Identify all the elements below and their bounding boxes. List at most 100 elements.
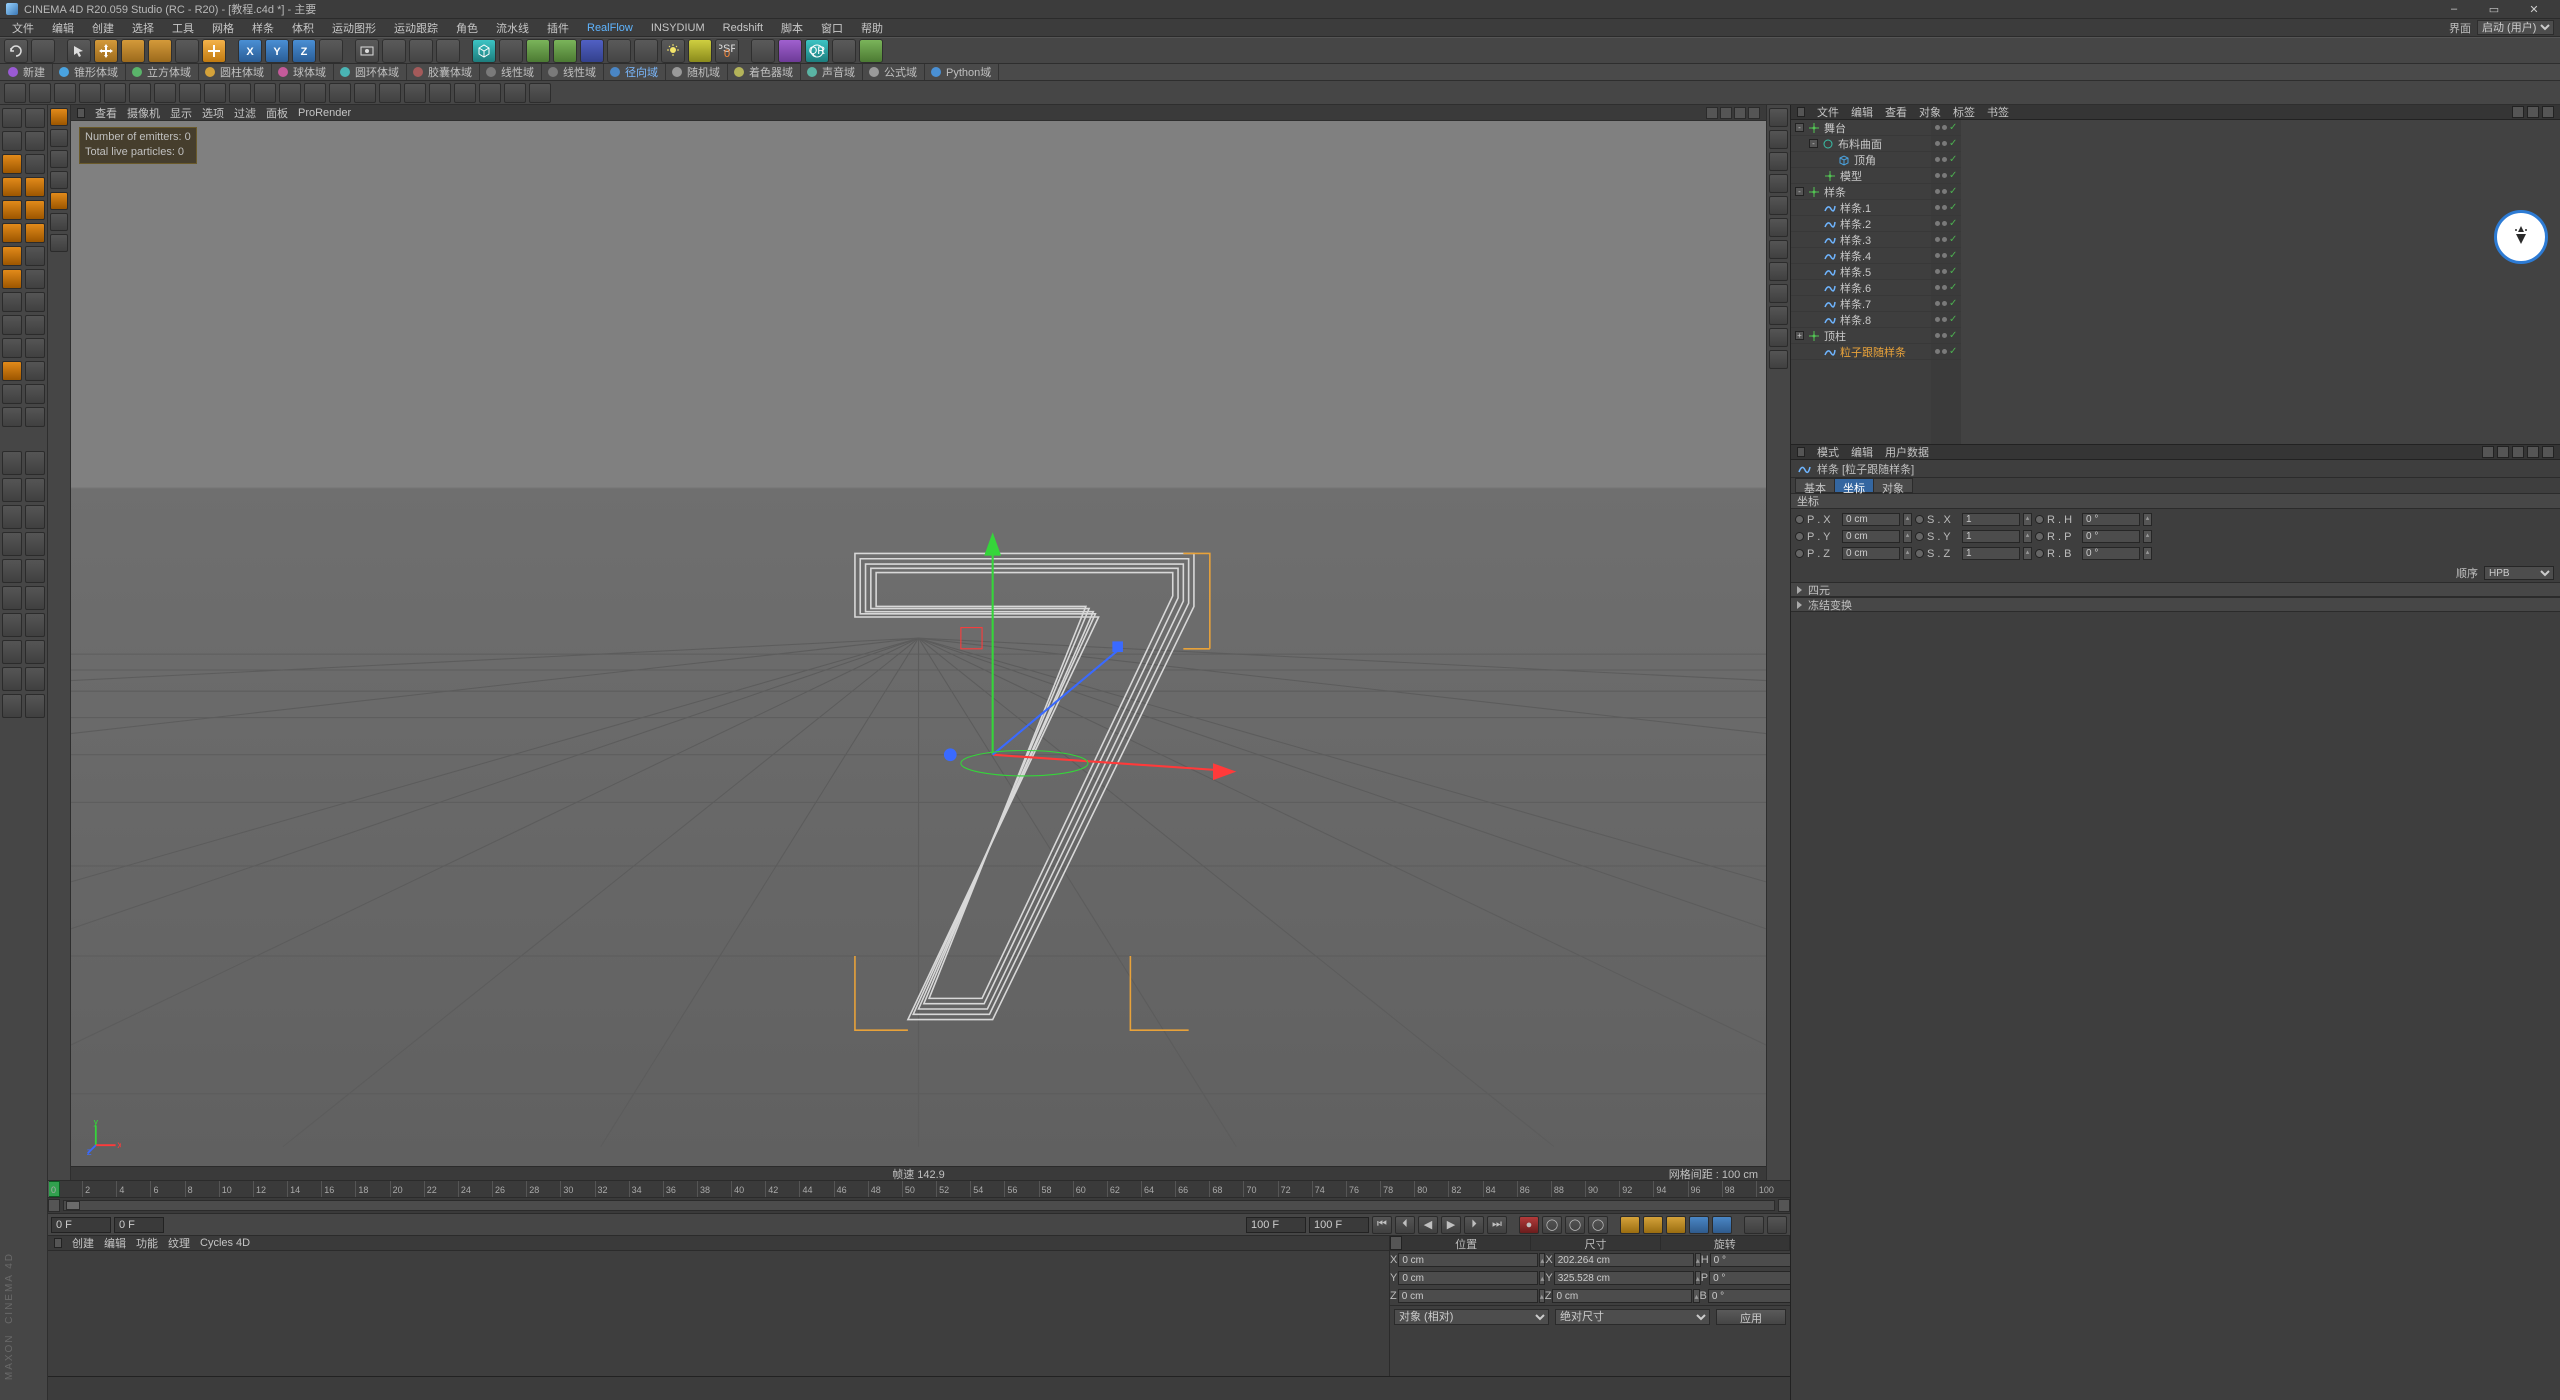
lt-4[interactable]	[25, 131, 45, 151]
sub-tool-2[interactable]	[29, 83, 51, 103]
sub-tool-18[interactable]	[429, 83, 451, 103]
sub-tool-19[interactable]	[454, 83, 476, 103]
attr-nav-fwd-icon[interactable]	[2512, 446, 2524, 458]
menu-script[interactable]: 脚本	[775, 18, 809, 38]
mat-tab-tex[interactable]: 纹理	[168, 1235, 190, 1251]
attr-section-quat[interactable]: 四元	[1791, 582, 2560, 597]
timeline-tick[interactable]: 66	[1175, 1181, 1209, 1197]
axis-y-lock[interactable]: Y	[265, 39, 289, 63]
place-tool[interactable]	[202, 39, 226, 63]
shelf-radial[interactable]: 径向域	[622, 64, 661, 80]
lt-22[interactable]	[25, 338, 45, 358]
add-light[interactable]	[661, 39, 685, 63]
lt-6[interactable]	[25, 154, 45, 174]
objtab-file[interactable]: 文件	[1817, 104, 1839, 120]
timeline-tick[interactable]: 0	[48, 1181, 82, 1197]
timeline-tick[interactable]: 52	[936, 1181, 970, 1197]
tree-node[interactable]: 样条.7	[1791, 296, 1931, 312]
timeline-tick[interactable]: 10	[219, 1181, 253, 1197]
menu-edit[interactable]: 编辑	[46, 18, 80, 38]
redo-button[interactable]	[31, 39, 55, 63]
lt-tex5[interactable]	[2, 505, 22, 529]
mode-2[interactable]	[50, 129, 68, 147]
tree-expand-icon[interactable]: -	[1809, 139, 1818, 148]
lt-tex16[interactable]	[25, 640, 45, 664]
timeline-tick[interactable]: 42	[765, 1181, 799, 1197]
lt-20[interactable]	[25, 315, 45, 335]
lt-27[interactable]	[2, 407, 22, 427]
rotate-tool[interactable]	[121, 39, 145, 63]
menu-help[interactable]: 帮助	[855, 18, 889, 38]
timeline-tick[interactable]: 78	[1380, 1181, 1414, 1197]
sub-tool-3[interactable]	[54, 83, 76, 103]
move-tool[interactable]	[94, 39, 118, 63]
autokey-3[interactable]: ◯	[1588, 1216, 1608, 1234]
mode-6[interactable]	[50, 213, 68, 231]
attr-order-select[interactable]: HPB	[2484, 566, 2554, 580]
lt-17[interactable]	[2, 292, 22, 312]
lt-14[interactable]	[25, 246, 45, 266]
add-generator[interactable]	[553, 39, 577, 63]
tree-flags-row[interactable]: ✓	[1931, 152, 1961, 168]
attr-tab-userdata[interactable]: 用户数据	[1885, 444, 1929, 460]
tree-flags-row[interactable]: ✓	[1931, 312, 1961, 328]
timeline-tick[interactable]: 30	[560, 1181, 594, 1197]
menu-mograph[interactable]: 运动图形	[326, 18, 382, 38]
menu-pipeline[interactable]: 流水线	[490, 18, 535, 38]
lt-19[interactable]	[2, 315, 22, 335]
render-pv[interactable]	[409, 39, 433, 63]
matpanel-grab-icon[interactable]	[54, 1238, 62, 1248]
lt-tex4[interactable]	[25, 478, 45, 502]
lt-5[interactable]	[2, 154, 22, 174]
tree-node[interactable]: 样条.8	[1791, 312, 1931, 328]
attr-input[interactable]	[2082, 547, 2140, 560]
lt-15[interactable]	[2, 269, 22, 289]
objtab-view[interactable]: 查看	[1885, 104, 1907, 120]
undo-button[interactable]	[4, 39, 28, 63]
vp-panel[interactable]: 面板	[266, 105, 288, 121]
tree-flags-row[interactable]: ✓	[1931, 216, 1961, 232]
timeline-tick[interactable]: 62	[1107, 1181, 1141, 1197]
timeline-tick[interactable]: 96	[1688, 1181, 1722, 1197]
attr-input[interactable]	[1842, 530, 1900, 543]
render-settings[interactable]	[436, 39, 460, 63]
lt-16[interactable]	[25, 269, 45, 289]
timeline-tick[interactable]: 8	[185, 1181, 219, 1197]
add-environment[interactable]	[607, 39, 631, 63]
tree-node[interactable]: 粒子跟随样条	[1791, 344, 1931, 360]
obj-eye-icon[interactable]	[2527, 106, 2539, 118]
keyopt-1[interactable]	[1620, 1216, 1640, 1234]
timeline-tick[interactable]: 36	[663, 1181, 697, 1197]
tree-flags-row[interactable]: ✓	[1931, 200, 1961, 216]
timeline-tick[interactable]: 58	[1039, 1181, 1073, 1197]
lt-10[interactable]	[25, 200, 45, 220]
scrub-right[interactable]	[1778, 1199, 1790, 1212]
lt-tex18[interactable]	[25, 667, 45, 691]
lt-tex11[interactable]	[2, 586, 22, 610]
timeline-tick[interactable]: 100	[1756, 1181, 1790, 1197]
autokey-2[interactable]: ◯	[1565, 1216, 1585, 1234]
lt-tex12[interactable]	[25, 586, 45, 610]
lt-tex10[interactable]	[25, 559, 45, 583]
shelf-cylinder[interactable]: 圆柱体域	[217, 64, 267, 80]
tree-node[interactable]: -布料曲面	[1791, 136, 1931, 152]
mode-3[interactable]	[50, 150, 68, 168]
timeline-tick[interactable]: 2	[82, 1181, 116, 1197]
sub-tool-16[interactable]	[379, 83, 401, 103]
tree-flags-row[interactable]: ✓	[1931, 184, 1961, 200]
lt-8[interactable]	[25, 177, 45, 197]
timeline-tick[interactable]: 44	[799, 1181, 833, 1197]
tree-node[interactable]: 样条.1	[1791, 200, 1931, 216]
obj-config-icon[interactable]	[2542, 106, 2554, 118]
play-fwd[interactable]: ▶	[1441, 1216, 1461, 1234]
end-frame-2[interactable]: 100 F	[1309, 1217, 1369, 1233]
objtab-book[interactable]: 书签	[1987, 104, 2009, 120]
timeline-tick[interactable]: 84	[1483, 1181, 1517, 1197]
rpal-11[interactable]	[1769, 328, 1788, 347]
tree-flags-row[interactable]: ✓	[1931, 248, 1961, 264]
menu-window[interactable]: 窗口	[815, 18, 849, 38]
timeline-tick[interactable]: 56	[1004, 1181, 1038, 1197]
sub-tool-5[interactable]	[104, 83, 126, 103]
window-close[interactable]: ✕	[2514, 0, 2554, 19]
shelf-sphere[interactable]: 球体域	[290, 64, 329, 80]
